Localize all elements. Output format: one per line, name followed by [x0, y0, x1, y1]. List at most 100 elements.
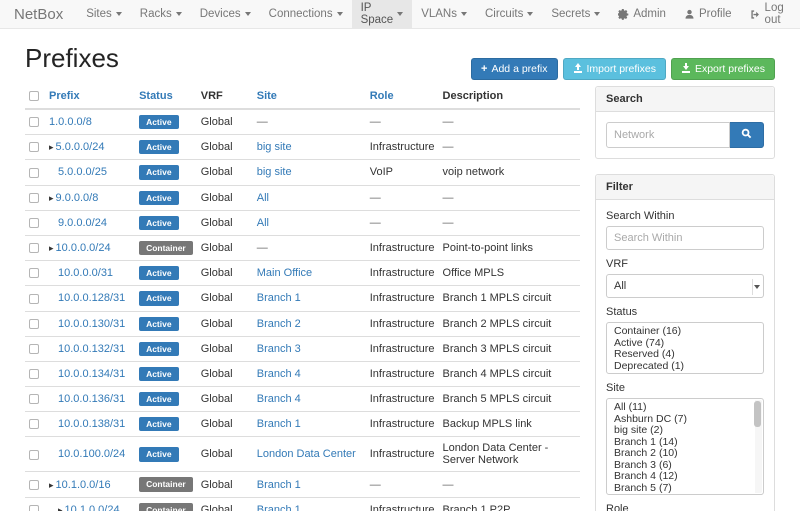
prefix-link[interactable]: 9.0.0.0/8 [56, 192, 99, 204]
site-link[interactable]: All [257, 192, 269, 204]
site-link[interactable]: Branch 1 [257, 479, 301, 491]
nav-admin-link[interactable]: Admin [609, 8, 675, 20]
status-filter-listbox[interactable]: Container (16)Active (74)Reserved (4)Dep… [606, 322, 764, 374]
search-within-input[interactable] [606, 226, 764, 250]
site-link[interactable]: big site [257, 141, 292, 153]
prefix-link[interactable]: 5.0.0.0/25 [58, 166, 107, 178]
table-row: ▸10.0.0.0/24ContainerGlobal—Infrastructu… [25, 235, 580, 260]
nav-item-ip-space[interactable]: IP Space [352, 0, 413, 28]
role-cell: Infrastructure [366, 412, 439, 437]
prefix-link[interactable]: 9.0.0.0/24 [58, 217, 107, 229]
status-cell: Active [135, 336, 197, 361]
role-cell: Infrastructure [366, 361, 439, 386]
site-link[interactable]: big site [257, 166, 292, 178]
row-checkbox[interactable] [29, 369, 39, 379]
description-value: London Data Center - Server Network [443, 442, 549, 466]
status-badge: Container [139, 477, 193, 491]
site-link[interactable]: Branch 1 [257, 418, 301, 430]
chevron-down-icon [461, 12, 467, 16]
description-cell: London Data Center - Server Network [439, 437, 580, 472]
row-checkbox[interactable] [29, 218, 39, 228]
column-header-description: Description [439, 86, 580, 109]
site-filter-option[interactable]: Branch 2 (10) [607, 448, 763, 460]
site-link[interactable]: Branch 4 [257, 393, 301, 405]
role-cell: — [366, 109, 439, 135]
row-select-cell [25, 286, 45, 311]
nav-item-connections[interactable]: Connections [260, 0, 352, 28]
vrf-select[interactable]: All [606, 274, 764, 298]
column-header-status[interactable]: Status [135, 86, 197, 109]
row-checkbox[interactable] [29, 243, 39, 253]
row-checkbox[interactable] [29, 142, 39, 152]
row-checkbox[interactable] [29, 168, 39, 178]
description-value: Backup MPLS link [443, 418, 532, 430]
row-checkbox[interactable] [29, 294, 39, 304]
row-checkbox[interactable] [29, 117, 39, 127]
prefix-link[interactable]: 10.0.100.0/24 [58, 448, 125, 460]
row-checkbox[interactable] [29, 505, 39, 511]
site-link[interactable]: Main Office [257, 267, 312, 279]
search-input[interactable] [606, 122, 730, 148]
add-prefix-button[interactable]: + Add a prefix [471, 58, 557, 80]
status-filter-label: Status [606, 306, 764, 318]
row-checkbox[interactable] [29, 480, 39, 490]
column-header-prefix[interactable]: Prefix [45, 86, 135, 109]
export-prefixes-button[interactable]: Export prefixes [671, 58, 775, 80]
nav-item-sites[interactable]: Sites [77, 0, 131, 28]
row-checkbox[interactable] [29, 319, 39, 329]
scrollbar[interactable] [755, 400, 762, 493]
status-filter-option[interactable]: Deprecated (1) [607, 361, 763, 373]
site-filter-option[interactable]: COLO-1-24 (3) [607, 494, 763, 495]
prefix-link[interactable]: 10.1.0.0/16 [56, 479, 111, 491]
prefix-link[interactable]: 10.0.0.134/31 [58, 368, 125, 380]
netbox-logo[interactable]: NetBox [0, 0, 77, 28]
nav-item-secrets[interactable]: Secrets [542, 0, 609, 28]
prefix-link[interactable]: 5.0.0.0/24 [56, 141, 105, 153]
prefix-cell: 10.0.0.128/31 [45, 286, 135, 311]
prefix-link[interactable]: 10.0.0.0/31 [58, 267, 113, 279]
prefix-cell: ▸10.1.0.0/24 [45, 497, 135, 511]
row-select-cell [25, 235, 45, 260]
prefix-link[interactable]: 1.0.0.0/8 [49, 116, 92, 128]
search-button[interactable] [730, 122, 764, 148]
site-filter-option[interactable]: All (11) [607, 402, 763, 414]
column-header-role[interactable]: Role [366, 86, 439, 109]
site-link[interactable]: London Data Center [257, 448, 356, 460]
import-prefixes-button[interactable]: Import prefixes [563, 58, 666, 80]
site-filter-listbox[interactable]: All (11)Ashburn DC (7)big site (2)Branch… [606, 398, 764, 495]
row-checkbox[interactable] [29, 193, 39, 203]
column-header-site[interactable]: Site [253, 86, 366, 109]
row-checkbox[interactable] [29, 419, 39, 429]
status-filter-option[interactable]: Reserved (4) [607, 349, 763, 361]
nav-item-racks[interactable]: Racks [131, 0, 191, 28]
prefix-link[interactable]: 10.0.0.138/31 [58, 418, 125, 430]
description-cell: Branch 1 P2P [439, 497, 580, 511]
site-link[interactable]: Branch 1 [257, 504, 301, 511]
nav-item-devices[interactable]: Devices [191, 0, 260, 28]
row-checkbox[interactable] [29, 394, 39, 404]
nav-log-out-link[interactable]: Log out [741, 2, 793, 26]
nav-profile-link[interactable]: Profile [675, 8, 741, 20]
row-checkbox[interactable] [29, 344, 39, 354]
status-filter-option[interactable]: Container (16) [607, 326, 763, 338]
prefix-link[interactable]: 10.0.0.128/31 [58, 292, 125, 304]
table-row: 10.0.0.134/31ActiveGlobalBranch 4Infrast… [25, 361, 580, 386]
site-link[interactable]: Branch 4 [257, 368, 301, 380]
prefix-link[interactable]: 10.0.0.0/24 [56, 242, 111, 254]
nav-item-circuits[interactable]: Circuits [476, 0, 542, 28]
prefix-link[interactable]: 10.0.0.136/31 [58, 393, 125, 405]
site-link[interactable]: All [257, 217, 269, 229]
site-link[interactable]: Branch 1 [257, 292, 301, 304]
site-filter-option[interactable]: big site (2) [607, 425, 763, 437]
prefix-link[interactable]: 10.0.0.132/31 [58, 343, 125, 355]
prefix-link[interactable]: 10.1.0.0/24 [65, 504, 120, 511]
description-cell: — [439, 109, 580, 135]
select-all-checkbox[interactable] [29, 91, 39, 101]
site-filter-option[interactable]: Branch 4 (12) [607, 471, 763, 483]
nav-item-vlans[interactable]: VLANs [412, 0, 476, 28]
prefix-link[interactable]: 10.0.0.130/31 [58, 318, 125, 330]
site-link[interactable]: Branch 2 [257, 318, 301, 330]
site-link[interactable]: Branch 3 [257, 343, 301, 355]
row-checkbox[interactable] [29, 450, 39, 460]
row-checkbox[interactable] [29, 268, 39, 278]
